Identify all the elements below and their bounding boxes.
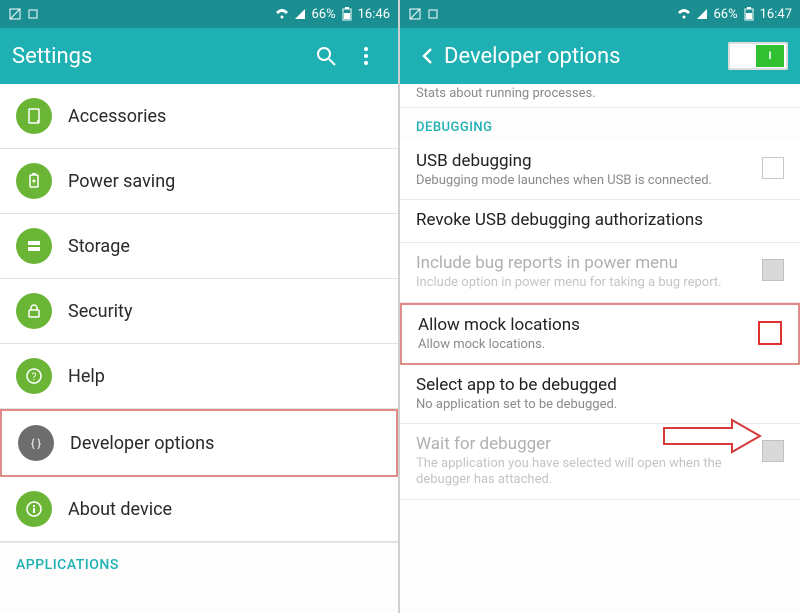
sync-icon xyxy=(426,7,440,21)
settings-item-about-device[interactable]: About device xyxy=(0,477,398,542)
item-label: Developer options xyxy=(70,433,214,454)
option-title: Revoke USB debugging authorizations xyxy=(416,210,776,230)
time-text: 16:46 xyxy=(358,7,390,22)
status-bar: 66% 16:47 xyxy=(400,0,800,28)
item-label: Help xyxy=(68,366,105,387)
time-text: 16:47 xyxy=(760,7,792,22)
signal-icon xyxy=(695,7,709,21)
section-header-applications: APPLICATIONS xyxy=(0,542,398,581)
battery-icon xyxy=(340,7,354,21)
developer-options-screen: 66% 16:47 Developer options I Stats abou… xyxy=(400,0,800,613)
option-allow-mock-locations[interactable]: Allow mock locations Allow mock location… xyxy=(400,303,800,365)
back-icon[interactable] xyxy=(412,36,444,76)
signal-icon xyxy=(293,7,307,21)
option-title: USB debugging xyxy=(416,151,754,171)
svg-text:?: ? xyxy=(32,372,37,383)
settings-item-help[interactable]: ? Help xyxy=(0,344,398,409)
wait-debugger-checkbox xyxy=(762,440,784,462)
option-usb-debugging[interactable]: USB debugging Debugging mode launches wh… xyxy=(400,141,800,200)
accessories-icon xyxy=(16,98,52,134)
item-label: Power saving xyxy=(68,171,175,192)
developer-options-toggle[interactable]: I xyxy=(728,42,788,70)
option-subtitle: Include option in power menu for taking … xyxy=(416,275,754,291)
item-label: Accessories xyxy=(68,106,166,127)
settings-item-power-saving[interactable]: Power saving xyxy=(0,149,398,214)
page-title: Settings xyxy=(12,44,306,69)
option-title: Include bug reports in power menu xyxy=(416,253,754,273)
about-device-icon xyxy=(16,491,52,527)
page-title: Developer options xyxy=(444,44,728,69)
wifi-icon xyxy=(275,7,289,21)
settings-item-storage[interactable]: Storage xyxy=(0,214,398,279)
sync-icon xyxy=(26,7,40,21)
mock-locations-checkbox[interactable] xyxy=(758,321,782,345)
svg-text:{ }: { } xyxy=(31,437,41,450)
help-icon: ? xyxy=(16,358,52,394)
storage-icon xyxy=(16,228,52,264)
settings-item-developer-options[interactable]: { } Developer options xyxy=(0,409,398,477)
option-subtitle: No application set to be debugged. xyxy=(416,397,776,413)
developer-options-icon: { } xyxy=(18,425,54,461)
battery-text: 66% xyxy=(713,7,737,22)
app-bar: Settings xyxy=(0,28,398,84)
developer-options-list[interactable]: Stats about running processes. DEBUGGING… xyxy=(400,84,800,613)
option-bug-reports: Include bug reports in power menu Includ… xyxy=(400,243,800,302)
option-process-stats[interactable]: Stats about running processes. xyxy=(400,84,800,108)
option-subtitle: Allow mock locations. xyxy=(418,337,750,353)
option-revoke-usb[interactable]: Revoke USB debugging authorizations xyxy=(400,200,800,243)
usb-debugging-checkbox[interactable] xyxy=(762,157,784,179)
option-title: Select app to be debugged xyxy=(416,375,776,395)
option-subtitle: Stats about running processes. xyxy=(416,86,784,101)
notification-icon xyxy=(408,7,422,21)
option-select-app[interactable]: Select app to be debugged No application… xyxy=(400,365,800,424)
search-icon[interactable] xyxy=(306,36,346,76)
app-bar: Developer options I xyxy=(400,28,800,84)
item-label: Storage xyxy=(68,236,130,257)
item-label: About device xyxy=(68,499,172,520)
settings-item-security[interactable]: Security xyxy=(0,279,398,344)
battery-icon xyxy=(742,7,756,21)
security-icon xyxy=(16,293,52,329)
settings-list[interactable]: Accessories Power saving Storage Securit… xyxy=(0,84,398,613)
settings-item-accessories[interactable]: Accessories xyxy=(0,84,398,149)
option-subtitle: The application you have selected will o… xyxy=(416,456,754,489)
overflow-menu-icon[interactable] xyxy=(346,36,386,76)
option-wait-for-debugger: Wait for debugger The application you ha… xyxy=(400,424,800,500)
section-header-debugging: DEBUGGING xyxy=(400,108,800,141)
battery-text: 66% xyxy=(311,7,335,22)
option-title: Allow mock locations xyxy=(418,315,750,335)
option-title: Wait for debugger xyxy=(416,434,754,454)
option-subtitle: Debugging mode launches when USB is conn… xyxy=(416,173,754,189)
settings-screen: 66% 16:46 Settings Accessories Power sav… xyxy=(0,0,400,613)
item-label: Security xyxy=(68,301,132,322)
power-saving-icon xyxy=(16,163,52,199)
wifi-icon xyxy=(677,7,691,21)
status-bar: 66% 16:46 xyxy=(0,0,398,28)
bug-reports-checkbox xyxy=(762,259,784,281)
notification-icon xyxy=(8,7,22,21)
